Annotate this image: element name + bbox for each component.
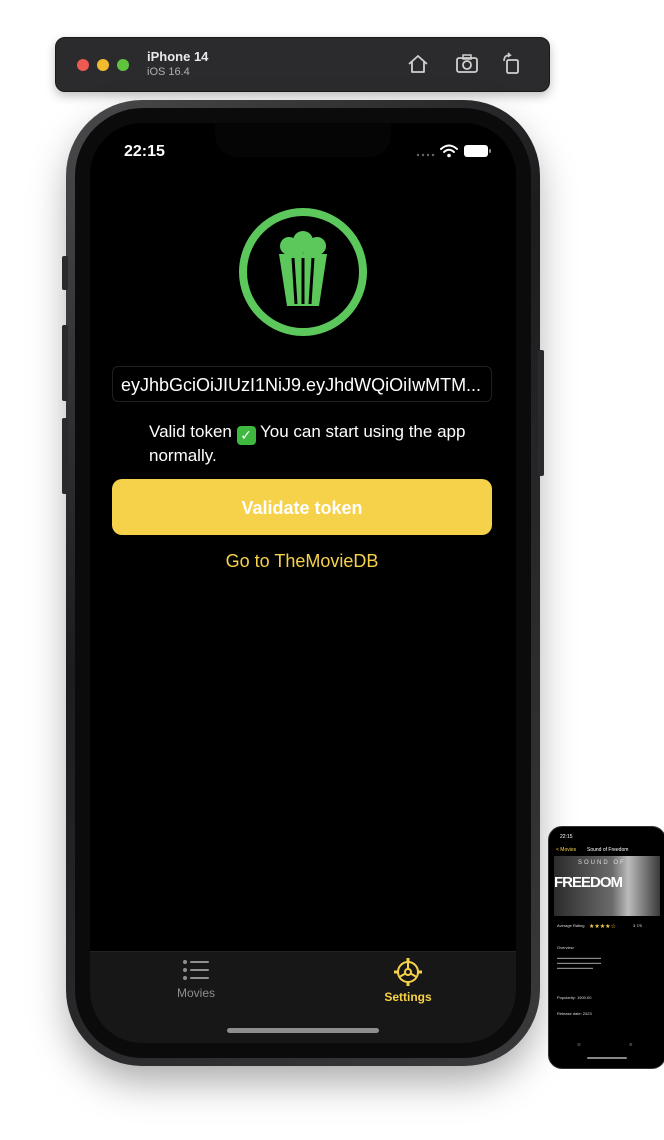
- dynamic-island: [215, 123, 391, 157]
- tab-bar: Movies Settings: [90, 951, 516, 1043]
- minimize-window-button[interactable]: [97, 59, 109, 71]
- token-input[interactable]: eyJhbGciOiJIUzI1NiJ9.eyJhdWQiOiIwMTM...: [112, 366, 492, 402]
- popcorn-logo-icon: [239, 208, 367, 336]
- tab-movies-label: Movies: [176, 986, 215, 1000]
- simulator-os-version: iOS 16.4: [147, 66, 190, 78]
- power-button: [538, 350, 544, 476]
- go-to-themoviedb-link[interactable]: Go to TheMovieDB: [112, 547, 492, 575]
- validate-token-button[interactable]: Validate token: [112, 479, 492, 535]
- preview-title: Sound of Freedom: [587, 847, 629, 853]
- status-icons: [414, 143, 494, 159]
- preview-rating-value: 3.7/5: [633, 923, 642, 928]
- volume-down-button: [62, 418, 68, 494]
- list-icon: [183, 960, 209, 980]
- mute-switch: [62, 256, 68, 290]
- zoom-window-button[interactable]: [117, 59, 129, 71]
- validation-prefix: Valid token: [149, 422, 232, 441]
- checkmark-icon: ✓: [236, 426, 256, 445]
- preview-overview-label: Overview: [557, 945, 574, 950]
- tab-settings[interactable]: Settings: [348, 958, 468, 1012]
- screenshot-preview-thumbnail[interactable]: 22:15 < Movies Sound of Freedom SOUND OF…: [548, 826, 664, 1069]
- preview-time: 22:15: [560, 834, 573, 840]
- rotate-icon[interactable]: [499, 51, 525, 77]
- cellular-icon: [416, 153, 435, 157]
- phone-screen: 22:15 eyJhbGciOiJIUzI1NiJ9.eyJhdWQiOiIwM…: [90, 123, 516, 1043]
- simulator-toolbar: iPhone 14 iOS 16.4: [55, 37, 550, 92]
- preview-poster-subtitle: SOUND OF: [578, 860, 626, 866]
- status-time: 22:15: [124, 143, 165, 160]
- preview-tab-movies: ☰: [577, 1042, 581, 1047]
- tab-movies[interactable]: Movies: [136, 958, 256, 1012]
- preview-home-indicator: [587, 1057, 627, 1059]
- battery-icon: [464, 145, 491, 157]
- preview-star-icons: ★★★★☆: [589, 924, 616, 930]
- preview-release-date: Release date: 2023: [557, 1011, 592, 1016]
- tab-settings-label: Settings: [384, 990, 432, 1004]
- wifi-icon: [440, 144, 458, 153]
- home-indicator: [227, 1028, 379, 1033]
- volume-up-button: [62, 325, 68, 401]
- screenshot-icon[interactable]: [454, 51, 480, 77]
- preview-poster-title: FREEDOM: [554, 874, 623, 891]
- close-window-button[interactable]: [77, 59, 89, 71]
- preview-overview-text: ▬▬▬▬▬▬▬▬▬▬▬ ▬▬▬▬▬▬▬▬▬▬▬ ▬▬▬▬▬▬▬▬▬: [557, 955, 601, 970]
- preview-tab-settings: ⚙: [629, 1042, 633, 1047]
- preview-popularity: Popularity: 1500.00: [557, 995, 592, 1000]
- simulator-device-name: iPhone 14: [147, 49, 209, 64]
- preview-rating-label: Average Rating: [557, 923, 585, 928]
- gear-icon: [394, 958, 422, 986]
- home-icon[interactable]: [405, 51, 431, 77]
- preview-back-button: < Movies: [556, 847, 577, 853]
- preview-poster: SOUND OF FREEDOM: [554, 856, 660, 916]
- validation-message: Valid token ✓ You can start using the ap…: [149, 421, 469, 467]
